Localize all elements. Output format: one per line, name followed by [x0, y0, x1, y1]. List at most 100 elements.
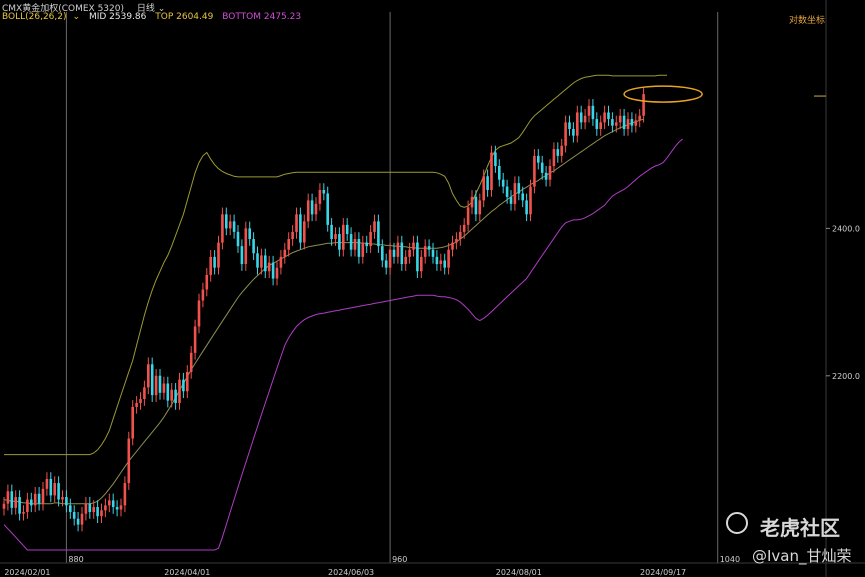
candle-body	[193, 326, 197, 353]
candle-body	[150, 364, 154, 396]
candle-body	[236, 231, 240, 247]
x-tick-label: 2024/02/01	[4, 568, 50, 577]
candle-body	[275, 267, 279, 279]
candle-body	[525, 200, 528, 215]
candle-body	[564, 122, 567, 146]
candle-body	[186, 371, 189, 392]
candle-body	[306, 200, 310, 222]
candle-body	[135, 402, 138, 407]
candle-body	[373, 221, 376, 232]
candle-body	[451, 242, 454, 250]
candle-body	[217, 242, 220, 268]
candle-body	[552, 149, 556, 167]
candle-body	[618, 115, 622, 123]
candle-body	[501, 179, 505, 187]
candle-body	[115, 507, 119, 510]
candle-body	[252, 239, 255, 254]
candle-body	[544, 172, 548, 180]
candle-body	[139, 399, 142, 403]
candle-body	[435, 256, 439, 265]
candle-body	[494, 152, 497, 167]
candle-body	[96, 507, 99, 517]
chevron-down-icon[interactable]: ⌄	[73, 12, 81, 22]
candle-body	[314, 203, 318, 215]
candle-body	[53, 483, 56, 496]
candle-body	[420, 256, 423, 272]
y-tick-label: 2400.0	[832, 224, 860, 233]
candle-body	[240, 246, 244, 265]
candle-body	[322, 190, 326, 194]
candle-body	[197, 300, 201, 327]
candle-body	[248, 228, 251, 240]
candle-body	[361, 242, 365, 257]
candle-body	[166, 383, 170, 401]
boll-bottom-line	[3, 138, 683, 551]
candle-body	[295, 214, 298, 232]
candle-body	[318, 190, 322, 204]
x-tick-label: 2024/04/01	[164, 568, 210, 577]
candle-body	[342, 224, 345, 250]
candle-body	[568, 122, 571, 130]
boll-mid-value: MID 2539.86	[88, 12, 147, 22]
candle-body	[482, 176, 485, 201]
x-tick-label: 2024/06/03	[328, 568, 374, 577]
log-scale-toggle[interactable]: 对数坐标	[789, 13, 825, 26]
candle-body	[572, 129, 575, 136]
candle-body	[170, 389, 173, 401]
candle-body	[517, 183, 521, 194]
candle-body	[365, 242, 368, 247]
candle-body	[182, 379, 185, 392]
candle-body	[630, 119, 634, 126]
candle-body	[18, 497, 21, 514]
candle-body	[490, 152, 493, 191]
candle-body	[30, 499, 33, 506]
axes: 2200.0 2400.0 2024/02/01 2024/04/01 2024/06/…	[0, 0, 865, 577]
candle-body	[37, 493, 41, 504]
candle-body	[349, 234, 353, 250]
indicator-label[interactable]: BOLL(26,26,2)	[2, 12, 67, 22]
x-tick-label: 2024/08/01	[496, 568, 542, 577]
candle-body	[260, 255, 263, 268]
candle-body	[634, 120, 638, 126]
candle-body	[213, 256, 216, 268]
candle-body	[478, 200, 482, 215]
candle-body	[595, 119, 599, 130]
candle-body	[299, 214, 302, 243]
candle-body	[459, 231, 462, 240]
watermark-site: 老虎社区	[760, 516, 840, 540]
candle-body	[626, 119, 630, 130]
candle-body	[537, 155, 540, 163]
candle-body	[431, 249, 435, 257]
candle-body	[345, 224, 349, 235]
candle-body	[127, 438, 131, 484]
candle-body	[556, 149, 560, 156]
candle-body	[583, 115, 587, 123]
boll-top-value: TOP 2604.49	[155, 12, 214, 22]
candle-body	[310, 200, 314, 215]
candle-body	[88, 503, 92, 513]
candle-body	[533, 155, 536, 187]
bollinger-bands	[3, 74, 683, 551]
candle-body	[178, 379, 181, 403]
candle-body	[498, 166, 501, 180]
candle-body	[521, 193, 524, 201]
candle-body	[334, 234, 337, 240]
candle-body	[338, 234, 341, 250]
candle-body	[33, 493, 37, 506]
candle-body	[267, 262, 271, 272]
candle-body	[22, 512, 25, 514]
candle-body	[439, 260, 443, 265]
candle-body	[291, 231, 294, 240]
candle-body	[466, 207, 470, 225]
candle-body	[408, 249, 411, 257]
candle-body	[603, 112, 606, 123]
candle-body	[6, 491, 10, 504]
watermark-user: @Ivan_甘灿荣	[752, 547, 852, 565]
candle-body	[100, 510, 103, 517]
candle-body	[357, 239, 361, 257]
candle-body	[548, 166, 552, 180]
indicator-row[interactable]: BOLL(26,26,2) ⌄ MID 2539.86 TOP 2604.49 B…	[2, 12, 307, 22]
candle-body	[72, 512, 76, 519]
candle-body	[638, 115, 641, 121]
candle-body	[587, 105, 591, 116]
